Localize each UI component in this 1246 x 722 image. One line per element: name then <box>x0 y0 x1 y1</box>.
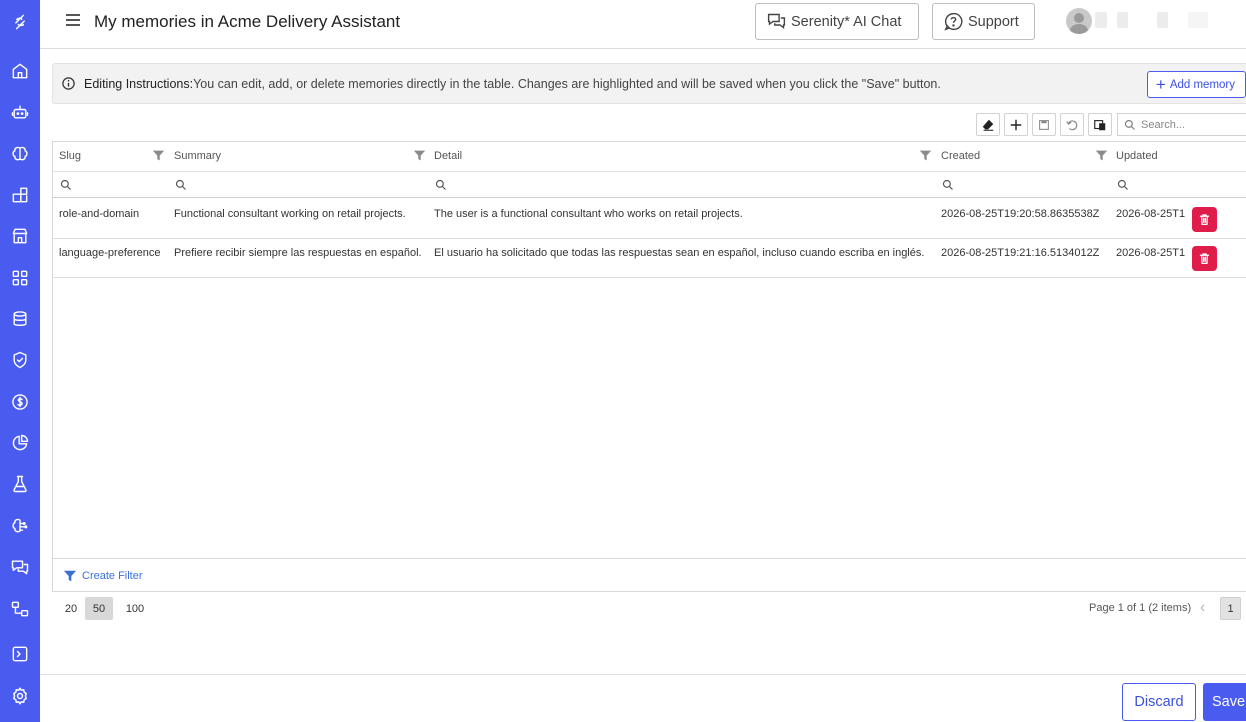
search-icon[interactable] <box>175 179 187 191</box>
save-button[interactable]: Save <box>1203 683 1246 721</box>
plus-icon: + <box>1155 75 1166 94</box>
pie-chart-icon[interactable] <box>0 429 40 457</box>
filter-icon[interactable] <box>919 149 932 162</box>
column-chooser-button[interactable] <box>1088 113 1112 136</box>
trash-icon <box>1199 253 1210 265</box>
terminal-icon[interactable] <box>0 640 40 668</box>
delete-row-button[interactable] <box>1192 246 1217 271</box>
page-info: Page 1 of 1 (2 items) <box>1089 602 1192 614</box>
filter-icon[interactable] <box>152 149 165 162</box>
grid-icon[interactable] <box>0 264 40 292</box>
robot-icon[interactable] <box>0 98 40 126</box>
avatar[interactable] <box>1066 8 1092 34</box>
cell-detail[interactable]: El usuario ha solicitado que todas las r… <box>434 247 938 259</box>
top-header: My memories in Acme Delivery Assistant S… <box>40 0 1246 49</box>
instructions-label: Editing Instructions: <box>84 76 194 91</box>
eraser-icon <box>982 119 994 131</box>
column-header-updated[interactable]: Updated <box>1116 150 1158 162</box>
support-button[interactable]: Support <box>932 3 1035 40</box>
brain-circuit-icon[interactable] <box>0 512 40 540</box>
search-icon[interactable] <box>942 179 954 191</box>
undo-icon <box>1066 119 1078 130</box>
logo-icon[interactable] <box>0 8 40 36</box>
clear-filter-button[interactable] <box>976 113 1000 136</box>
blocks-icon[interactable] <box>0 181 40 209</box>
filter-icon[interactable] <box>1095 149 1108 162</box>
blurred-user-info <box>1095 12 1107 28</box>
search-icon <box>1124 119 1135 130</box>
cell-slug[interactable]: role-and-domain <box>59 208 171 220</box>
editing-instructions-banner: Editing Instructions: You can edit, add,… <box>52 63 1246 104</box>
messages-icon[interactable] <box>0 553 40 581</box>
page-number-button[interactable]: 1 <box>1220 597 1241 620</box>
page-size-50[interactable]: 50 <box>85 597 113 620</box>
create-filter-label: Create Filter <box>82 569 143 582</box>
cell-updated[interactable]: 2026-08-25T1 <box>1116 208 1190 220</box>
undo-button[interactable] <box>1060 113 1084 136</box>
blurred-user-info <box>1188 12 1208 28</box>
save-changes-button[interactable] <box>1032 113 1056 136</box>
search-placeholder: Search... <box>1141 118 1186 131</box>
store-icon[interactable] <box>0 222 40 250</box>
blurred-user-info <box>1157 12 1168 28</box>
cell-created[interactable]: 2026-08-25T19:21:16.5134012Z <box>941 247 1113 259</box>
add-memory-label: Add memory <box>1169 78 1235 91</box>
home-icon[interactable] <box>0 57 40 85</box>
grid-search-input[interactable]: Search... <box>1117 113 1246 136</box>
add-memory-button[interactable]: + Add memory <box>1146 71 1246 98</box>
cell-slug[interactable]: language-preference <box>59 247 171 259</box>
table-row[interactable]: language-preference Prefiere recibir sie… <box>53 238 1246 278</box>
grid-header-row: Slug Summary Detail Created Updated <box>53 142 1246 172</box>
search-icon[interactable] <box>435 179 447 191</box>
page-size-20[interactable]: 20 <box>57 597 85 620</box>
sidebar <box>0 0 40 722</box>
memories-grid: Slug Summary Detail Created Updated role… <box>52 141 1246 592</box>
new-row-button[interactable] <box>1004 113 1028 136</box>
save-icon <box>1039 119 1049 130</box>
discard-button[interactable]: Discard <box>1122 683 1196 721</box>
column-header-slug[interactable]: Slug <box>59 150 81 162</box>
flask-icon[interactable] <box>0 470 40 498</box>
cell-summary[interactable]: Prefiere recibir siempre las respuestas … <box>174 247 430 259</box>
cell-updated[interactable]: 2026-08-25T1 <box>1116 247 1190 259</box>
cell-detail[interactable]: The user is a functional consultant who … <box>434 208 938 220</box>
info-icon <box>62 77 75 90</box>
dollar-icon[interactable] <box>0 388 40 416</box>
grid-filter-row <box>53 172 1246 198</box>
instructions-text: You can edit, add, or delete memories di… <box>193 76 941 91</box>
filter-icon <box>63 570 77 581</box>
chat-icon <box>767 13 786 30</box>
cell-summary[interactable]: Functional consultant working on retail … <box>174 208 430 220</box>
shield-icon[interactable] <box>0 346 40 374</box>
settings-icon[interactable] <box>0 682 40 710</box>
page-size-100[interactable]: 100 <box>121 597 149 620</box>
column-chooser-icon <box>1094 119 1106 130</box>
column-header-summary[interactable]: Summary <box>174 150 221 162</box>
blurred-user-info <box>1117 12 1128 28</box>
table-row[interactable]: role-and-domain Functional consultant wo… <box>53 199 1246 239</box>
ai-chat-label: Serenity* AI Chat <box>791 13 902 30</box>
create-filter-link[interactable]: Create Filter <box>53 558 1246 592</box>
column-header-detail[interactable]: Detail <box>434 150 462 162</box>
plus-icon <box>1010 119 1022 130</box>
trash-icon <box>1199 214 1210 226</box>
bottom-action-bar: Discard Save <box>40 674 1246 722</box>
help-icon <box>944 12 963 31</box>
cell-created[interactable]: 2026-08-25T19:20:58.8635538Z <box>941 208 1113 220</box>
brain-icon[interactable] <box>0 140 40 168</box>
chevron-left-icon[interactable]: ‹ <box>1200 599 1214 617</box>
ai-chat-button[interactable]: Serenity* AI Chat <box>755 3 919 40</box>
workflow-icon[interactable] <box>0 595 40 623</box>
filter-icon[interactable] <box>413 149 426 162</box>
search-icon[interactable] <box>60 179 72 191</box>
support-label: Support <box>968 13 1019 30</box>
search-icon[interactable] <box>1117 179 1129 191</box>
page-title: My memories in Acme Delivery Assistant <box>94 12 401 31</box>
column-header-created[interactable]: Created <box>941 150 980 162</box>
menu-icon[interactable] <box>66 14 80 28</box>
delete-row-button[interactable] <box>1192 207 1217 232</box>
database-icon[interactable] <box>0 305 40 333</box>
